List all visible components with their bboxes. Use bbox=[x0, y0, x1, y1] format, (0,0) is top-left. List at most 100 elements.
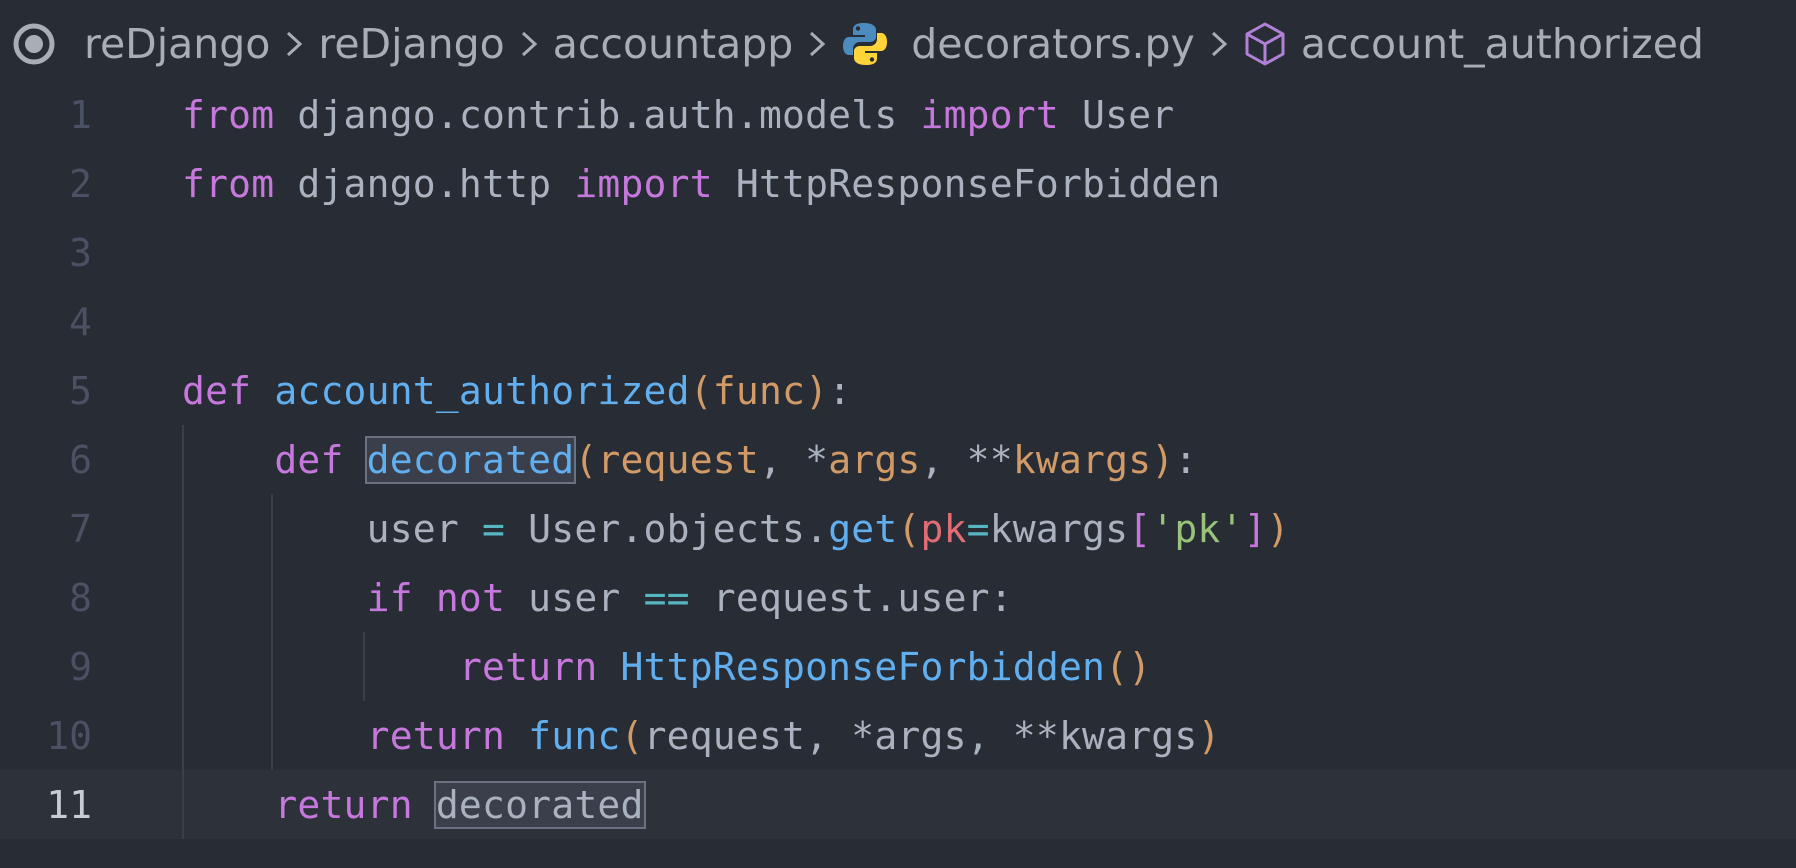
code-line[interactable]: 3 bbox=[0, 218, 1796, 287]
code-token: = bbox=[482, 506, 506, 551]
code-token: import bbox=[920, 92, 1059, 137]
breadcrumb-item-file[interactable]: decorators.py bbox=[911, 20, 1195, 68]
circle-dot-icon bbox=[12, 22, 56, 66]
code-token: func bbox=[528, 713, 621, 758]
code-token: ) bbox=[1197, 713, 1221, 758]
code-token: ( bbox=[897, 506, 921, 551]
code-token: kwargs bbox=[989, 506, 1129, 551]
code-token: request bbox=[597, 437, 759, 482]
indent-guide bbox=[271, 494, 274, 770]
code-token: def bbox=[274, 437, 344, 482]
code-token: user bbox=[182, 506, 483, 551]
code-line[interactable]: 4 bbox=[0, 287, 1796, 356]
code-line[interactable]: 10 return func(request, *args, **kwargs) bbox=[0, 701, 1796, 770]
cube-icon bbox=[1243, 21, 1287, 67]
code-token: () bbox=[1105, 644, 1152, 689]
code-editor[interactable]: 1 from django.contrib.auth.models import … bbox=[0, 80, 1796, 868]
code-line[interactable]: 9 return HttpResponseForbidden() bbox=[0, 632, 1796, 701]
code-token: User.objects. bbox=[505, 506, 829, 551]
chevron-right-icon bbox=[284, 27, 304, 61]
code-line[interactable]: 1 from django.contrib.auth.models import … bbox=[0, 80, 1796, 149]
code-token: ** bbox=[966, 437, 1013, 482]
code-token: def bbox=[182, 368, 252, 413]
code-text: from django.contrib.auth.models import U… bbox=[182, 93, 1174, 137]
code-line[interactable]: 5 def account_authorized(func): bbox=[0, 356, 1796, 425]
code-token: ) bbox=[1151, 437, 1175, 482]
code-token: django.http bbox=[274, 161, 575, 206]
code-line[interactable]: 8 if not user == request.user: bbox=[0, 563, 1796, 632]
breadcrumb-item-folder[interactable]: reDjango bbox=[318, 20, 504, 68]
code-token: HttpResponseForbidden bbox=[620, 644, 1106, 689]
code-text: return decorated bbox=[182, 780, 646, 829]
code-token: return bbox=[366, 713, 506, 758]
code-text: from django.http import HttpResponseForb… bbox=[182, 162, 1221, 206]
line-number: 8 bbox=[69, 575, 92, 620]
breadcrumb: reDjango reDjango accountapp decorators.… bbox=[0, 0, 1796, 88]
line-number: 1 bbox=[69, 92, 92, 137]
code-token: : bbox=[828, 368, 852, 413]
code-token: user bbox=[505, 575, 644, 620]
breadcrumb-item-symbol[interactable]: account_authorized bbox=[1301, 20, 1704, 68]
code-token: return bbox=[274, 782, 413, 827]
python-icon bbox=[841, 20, 889, 68]
chevron-right-icon bbox=[1209, 27, 1229, 61]
code-token: request.user: bbox=[689, 575, 1013, 620]
code-token: if bbox=[366, 575, 413, 620]
line-number: 11 bbox=[46, 782, 92, 827]
code-token: args bbox=[828, 437, 921, 482]
line-number: 9 bbox=[69, 644, 92, 689]
breadcrumb-item-project[interactable]: reDjango bbox=[84, 20, 270, 68]
code-token: get bbox=[828, 506, 898, 551]
code-text: return func(request, *args, **kwargs) bbox=[182, 714, 1221, 758]
code-token: 'pk' bbox=[1151, 506, 1244, 551]
code-token: not bbox=[435, 575, 506, 620]
code-token: ( bbox=[620, 713, 644, 758]
code-token: pk bbox=[920, 506, 967, 551]
code-token: django.contrib.auth.models bbox=[274, 92, 921, 137]
code-token: , bbox=[920, 437, 967, 482]
code-token: return bbox=[458, 644, 598, 689]
indent-guide bbox=[182, 425, 184, 839]
code-text: def decorated(request, *args, **kwargs): bbox=[182, 435, 1198, 484]
code-token: ) bbox=[805, 368, 829, 413]
code-token: [ bbox=[1128, 506, 1152, 551]
line-number: 6 bbox=[69, 437, 92, 482]
breadcrumb-item-app[interactable]: accountapp bbox=[553, 20, 794, 68]
line-number: 3 bbox=[69, 230, 92, 275]
code-text: return HttpResponseForbidden() bbox=[182, 645, 1151, 689]
line-number: 5 bbox=[69, 368, 92, 413]
chevron-right-icon bbox=[807, 27, 827, 61]
code-token: kwargs bbox=[1012, 437, 1152, 482]
code-line[interactable]: 2 from django.http import HttpResponseFor… bbox=[0, 149, 1796, 218]
code-token: User bbox=[1058, 92, 1175, 137]
line-number: 2 bbox=[69, 161, 92, 206]
code-token: ] bbox=[1243, 506, 1267, 551]
code-token: func bbox=[712, 368, 806, 413]
code-token: from bbox=[182, 161, 275, 206]
code-token: request, *args, **kwargs bbox=[643, 713, 1198, 758]
code-token: : bbox=[1174, 437, 1198, 482]
code-token: ( bbox=[689, 368, 713, 413]
code-line[interactable]: 6 def decorated(request, *args, **kwargs… bbox=[0, 425, 1796, 494]
code-token: ( bbox=[574, 437, 598, 482]
code-token: * bbox=[805, 437, 829, 482]
highlighted-token: decorated bbox=[364, 435, 577, 484]
code-line[interactable]: 7 user = User.objects.get(pk=kwargs['pk'… bbox=[0, 494, 1796, 563]
highlighted-token: decorated bbox=[433, 780, 646, 829]
code-token: , bbox=[758, 437, 806, 482]
code-token: from bbox=[182, 92, 275, 137]
code-token: account_authorized bbox=[274, 368, 690, 413]
line-number: 4 bbox=[69, 299, 92, 344]
code-line[interactable]: 11 return decorated bbox=[0, 770, 1796, 839]
code-text: user = User.objects.get(pk=kwargs['pk']) bbox=[182, 507, 1290, 551]
code-text: def account_authorized(func): bbox=[182, 369, 851, 413]
